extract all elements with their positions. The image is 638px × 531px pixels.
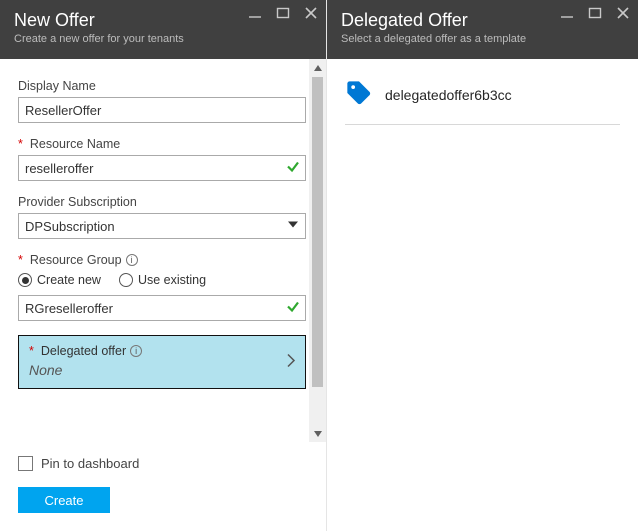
new-offer-subtitle: Create a new offer for your tenants bbox=[14, 33, 312, 45]
resource-group-label: Resource Group bbox=[30, 253, 122, 267]
required-asterisk: * bbox=[18, 253, 23, 267]
delegated-offer-value: None bbox=[29, 362, 295, 378]
info-icon[interactable]: i bbox=[130, 345, 142, 357]
chevron-right-icon bbox=[285, 352, 297, 373]
required-asterisk: * bbox=[29, 344, 34, 358]
delegated-offer-item-name: delegatedoffer6b3cc bbox=[385, 87, 512, 103]
radio-use-existing[interactable]: Use existing bbox=[119, 273, 206, 287]
info-icon[interactable]: i bbox=[126, 254, 138, 266]
delegated-offer-label: Delegated offer bbox=[41, 344, 126, 358]
radio-create-new-label: Create new bbox=[37, 273, 101, 287]
delegated-offer-selector[interactable]: * Delegated offer i None bbox=[18, 335, 306, 389]
close-button[interactable] bbox=[304, 6, 318, 20]
delegated-offer-header: Delegated Offer Select a delegated offer… bbox=[327, 0, 638, 59]
window-controls bbox=[560, 6, 630, 20]
provider-subscription-select[interactable] bbox=[18, 213, 306, 239]
scrollbar[interactable] bbox=[309, 59, 326, 442]
display-name-field: Display Name bbox=[18, 79, 306, 123]
minimize-button[interactable] bbox=[248, 6, 262, 20]
resource-name-input[interactable] bbox=[18, 155, 306, 181]
delegated-offer-panel: Delegated Offer Select a delegated offer… bbox=[327, 0, 638, 531]
create-button[interactable]: Create bbox=[18, 487, 110, 513]
delegated-offer-item[interactable]: delegatedoffer6b3cc bbox=[345, 79, 620, 125]
minimize-button[interactable] bbox=[560, 6, 574, 20]
resource-group-field: * Resource Group i Create new Use e bbox=[18, 253, 306, 321]
delegated-offer-subtitle: Select a delegated offer as a template bbox=[341, 33, 624, 45]
form-area: Display Name * Resource Name bbox=[0, 59, 326, 442]
display-name-input[interactable] bbox=[18, 97, 306, 123]
resource-name-label: Resource Name bbox=[30, 137, 120, 151]
valid-check-icon bbox=[286, 300, 300, 317]
valid-check-icon bbox=[286, 160, 300, 177]
scroll-thumb[interactable] bbox=[312, 77, 323, 387]
form-footer: Pin to dashboard Create bbox=[0, 442, 326, 531]
radio-icon bbox=[18, 273, 32, 287]
resource-group-input[interactable] bbox=[18, 295, 306, 321]
scroll-down-button[interactable] bbox=[309, 425, 326, 442]
radio-icon bbox=[119, 273, 133, 287]
resource-name-field: * Resource Name bbox=[18, 137, 306, 181]
provider-subscription-field: Provider Subscription bbox=[18, 195, 306, 239]
scroll-up-button[interactable] bbox=[309, 59, 326, 76]
radio-use-existing-label: Use existing bbox=[138, 273, 206, 287]
maximize-button[interactable] bbox=[588, 6, 602, 20]
radio-create-new[interactable]: Create new bbox=[18, 273, 101, 287]
window-controls bbox=[248, 6, 318, 20]
pin-checkbox[interactable] bbox=[18, 456, 33, 471]
provider-subscription-label: Provider Subscription bbox=[18, 195, 306, 209]
display-name-label: Display Name bbox=[18, 79, 306, 93]
delegated-offer-list: delegatedoffer6b3cc bbox=[327, 59, 638, 145]
pin-label: Pin to dashboard bbox=[41, 456, 139, 471]
maximize-button[interactable] bbox=[276, 6, 290, 20]
tag-icon bbox=[345, 79, 373, 110]
new-offer-header: New Offer Create a new offer for your te… bbox=[0, 0, 326, 59]
close-button[interactable] bbox=[616, 6, 630, 20]
required-asterisk: * bbox=[18, 137, 23, 151]
new-offer-panel: New Offer Create a new offer for your te… bbox=[0, 0, 327, 531]
